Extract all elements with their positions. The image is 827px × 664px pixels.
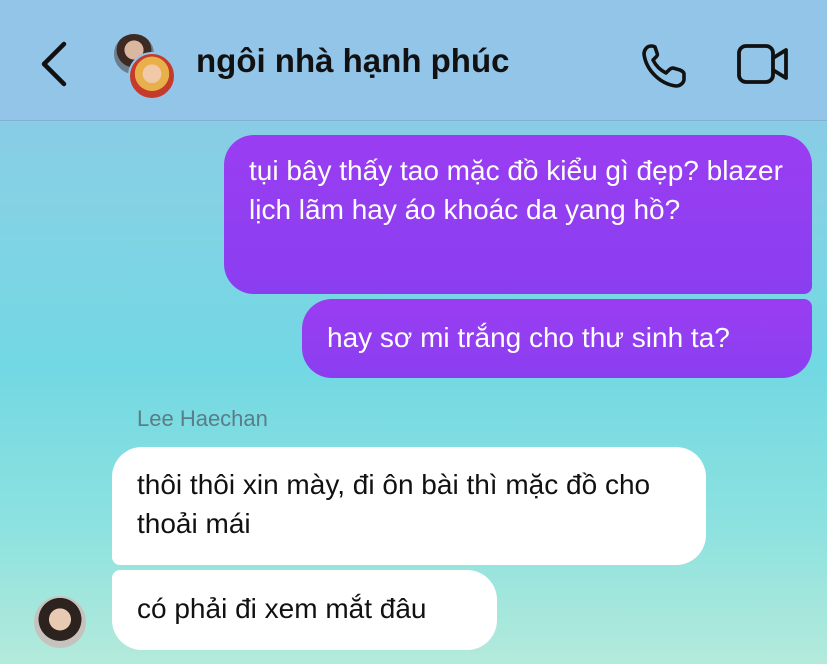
phone-icon	[642, 44, 686, 88]
outgoing-message-bubble[interactable]: tụi bây thấy tao mặc đồ kiểu gì đẹp? bla…	[224, 135, 812, 294]
sender-name: Lee Haechan	[137, 406, 268, 431]
chat-title[interactable]: ngôi nhà hạnh phúc	[196, 42, 509, 80]
incoming-message-bubble[interactable]: thôi thôi xin mày, đi ôn bài thì mặc đồ …	[112, 447, 706, 565]
chevron-left-icon	[41, 41, 67, 87]
video-camera-icon	[737, 44, 788, 84]
outgoing-message-bubble[interactable]: hay sơ mi trắng cho thư sinh ta?	[302, 299, 812, 378]
group-avatar[interactable]	[112, 32, 178, 100]
member-avatar	[128, 52, 176, 100]
call-button[interactable]	[640, 42, 690, 90]
incoming-message-bubble[interactable]: có phải đi xem mắt đâu	[112, 570, 497, 650]
chat-header: ngôi nhà hạnh phúc	[0, 0, 827, 121]
back-button[interactable]	[34, 38, 74, 90]
video-call-button[interactable]	[736, 42, 790, 86]
sender-avatar[interactable]	[34, 596, 86, 648]
